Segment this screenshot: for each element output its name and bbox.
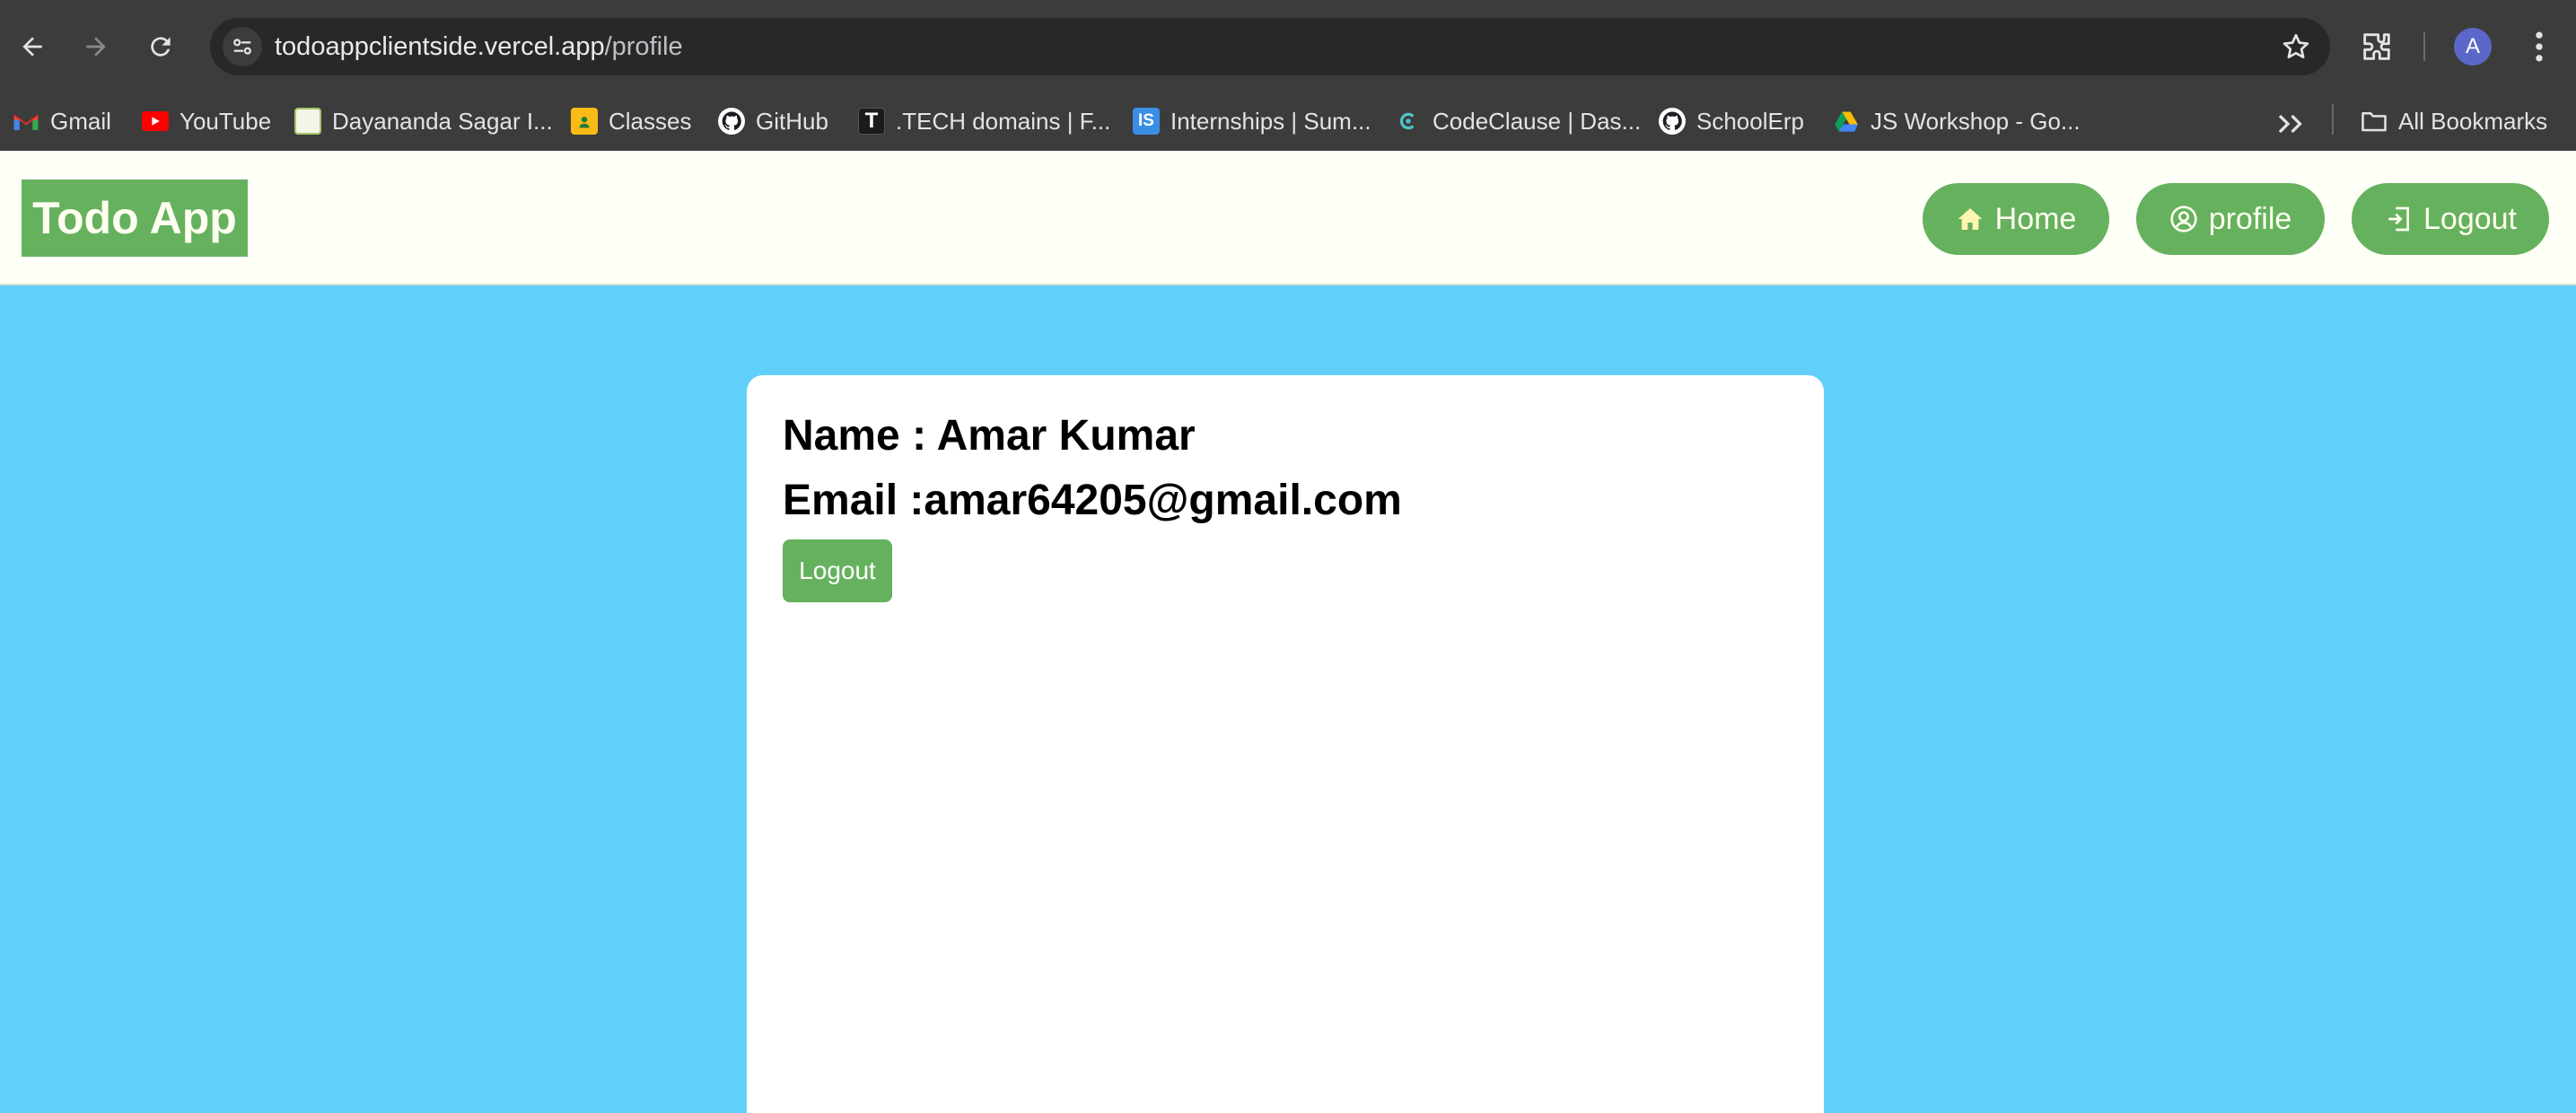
arrow-left-icon — [22, 37, 42, 57]
site-settings-icon[interactable] — [223, 27, 262, 66]
bookmark-label: Gmail — [50, 107, 111, 135]
nav-profile-button[interactable]: profile — [2136, 183, 2325, 255]
app-logo[interactable]: Todo App — [22, 180, 248, 257]
codeclause-icon — [1395, 108, 1422, 135]
bookmark-gmail[interactable]: Gmail — [13, 102, 111, 140]
folder-icon — [2361, 108, 2388, 135]
nav-logout-label: Logout — [2423, 201, 2517, 236]
chevron-double-right-icon[interactable] — [2274, 111, 2307, 136]
profile-avatar[interactable]: A — [2454, 28, 2492, 66]
bookmark-label: SchoolErp — [1696, 107, 1804, 135]
bookmark-dayananda[interactable]: Dayananda Sagar I... — [294, 102, 553, 140]
more-menu-icon[interactable] — [2526, 27, 2553, 66]
tech-domains-icon: T — [858, 108, 885, 135]
all-bookmarks-label: All Bookmarks — [2398, 107, 2548, 135]
gmail-icon — [13, 108, 39, 135]
address-bar[interactable]: todoappclientside.vercel.app/profile — [210, 18, 2330, 75]
youtube-icon — [142, 111, 169, 131]
bookmark-label: Classes — [609, 107, 692, 135]
app-header: Todo App Home profile Logout — [0, 151, 2576, 285]
bookmark-label: GitHub — [756, 107, 828, 135]
toolbar-divider — [2423, 32, 2425, 61]
forward-button[interactable] — [74, 25, 118, 68]
github-icon — [718, 108, 745, 135]
nav-profile-label: profile — [2208, 201, 2292, 236]
bookmark-label: Internships | Sum... — [1170, 107, 1371, 135]
bookmark-label: .TECH domains | F... — [896, 107, 1111, 135]
home-icon — [1958, 208, 1982, 230]
google-drive-icon — [1833, 108, 1860, 135]
logout-icon — [2388, 206, 2409, 232]
user-circle-icon — [2170, 206, 2197, 232]
browser-toolbar: todoappclientside.vercel.app/profile A — [0, 0, 2576, 92]
url-text: todoappclientside.vercel.app/profile — [275, 32, 683, 62]
bookmark-schoolerp[interactable]: SchoolErp — [1659, 102, 1804, 140]
classroom-icon — [571, 108, 598, 135]
github-icon — [1659, 108, 1686, 135]
url-host: todoappclientside.vercel.app — [275, 32, 605, 61]
back-button[interactable] — [11, 25, 54, 68]
reload-icon — [151, 37, 171, 57]
bookmark-tech-domains[interactable]: T .TECH domains | F... — [858, 102, 1110, 140]
bookmark-internships[interactable]: IS Internships | Sum... — [1133, 102, 1371, 140]
bookmarks-divider — [2332, 104, 2334, 135]
profile-name: Name : Amar Kumar — [783, 412, 1196, 460]
logout-button[interactable]: Logout — [783, 539, 892, 602]
all-bookmarks-button[interactable]: All Bookmarks — [2361, 102, 2547, 140]
bookmark-js-workshop[interactable]: JS Workshop - Go... — [1833, 102, 2081, 140]
bookmark-youtube[interactable]: YouTube — [142, 102, 271, 140]
bookmark-label: CodeClause | Das... — [1433, 107, 1642, 135]
nav-home-button[interactable]: Home — [1923, 183, 2109, 255]
bookmark-label: Dayananda Sagar I... — [332, 107, 553, 135]
dayananda-icon — [294, 108, 321, 135]
bookmark-classes[interactable]: Classes — [571, 102, 691, 140]
bookmark-star-icon[interactable] — [2280, 31, 2312, 63]
nav-logout-button[interactable]: Logout — [2352, 183, 2549, 255]
internshala-icon: IS — [1133, 108, 1160, 135]
bookmark-label: JS Workshop - Go... — [1871, 107, 2081, 135]
bookmark-codeclause[interactable]: CodeClause | Das... — [1395, 102, 1641, 140]
extensions-icon[interactable] — [2359, 29, 2395, 65]
bookmark-github[interactable]: GitHub — [718, 102, 828, 140]
url-path: /profile — [604, 32, 683, 61]
reload-button[interactable] — [139, 25, 182, 68]
bookmarks-bar: Gmail YouTube Dayananda Sagar I... Class… — [0, 92, 2576, 151]
bookmark-label: YouTube — [180, 107, 272, 135]
arrow-right-icon — [86, 37, 106, 57]
profile-email: Email :amar64205@gmail.com — [783, 477, 1402, 524]
nav-home-label: Home — [1994, 201, 2077, 236]
profile-card: Name : Amar Kumar Email :amar64205@gmail… — [747, 375, 1824, 1113]
